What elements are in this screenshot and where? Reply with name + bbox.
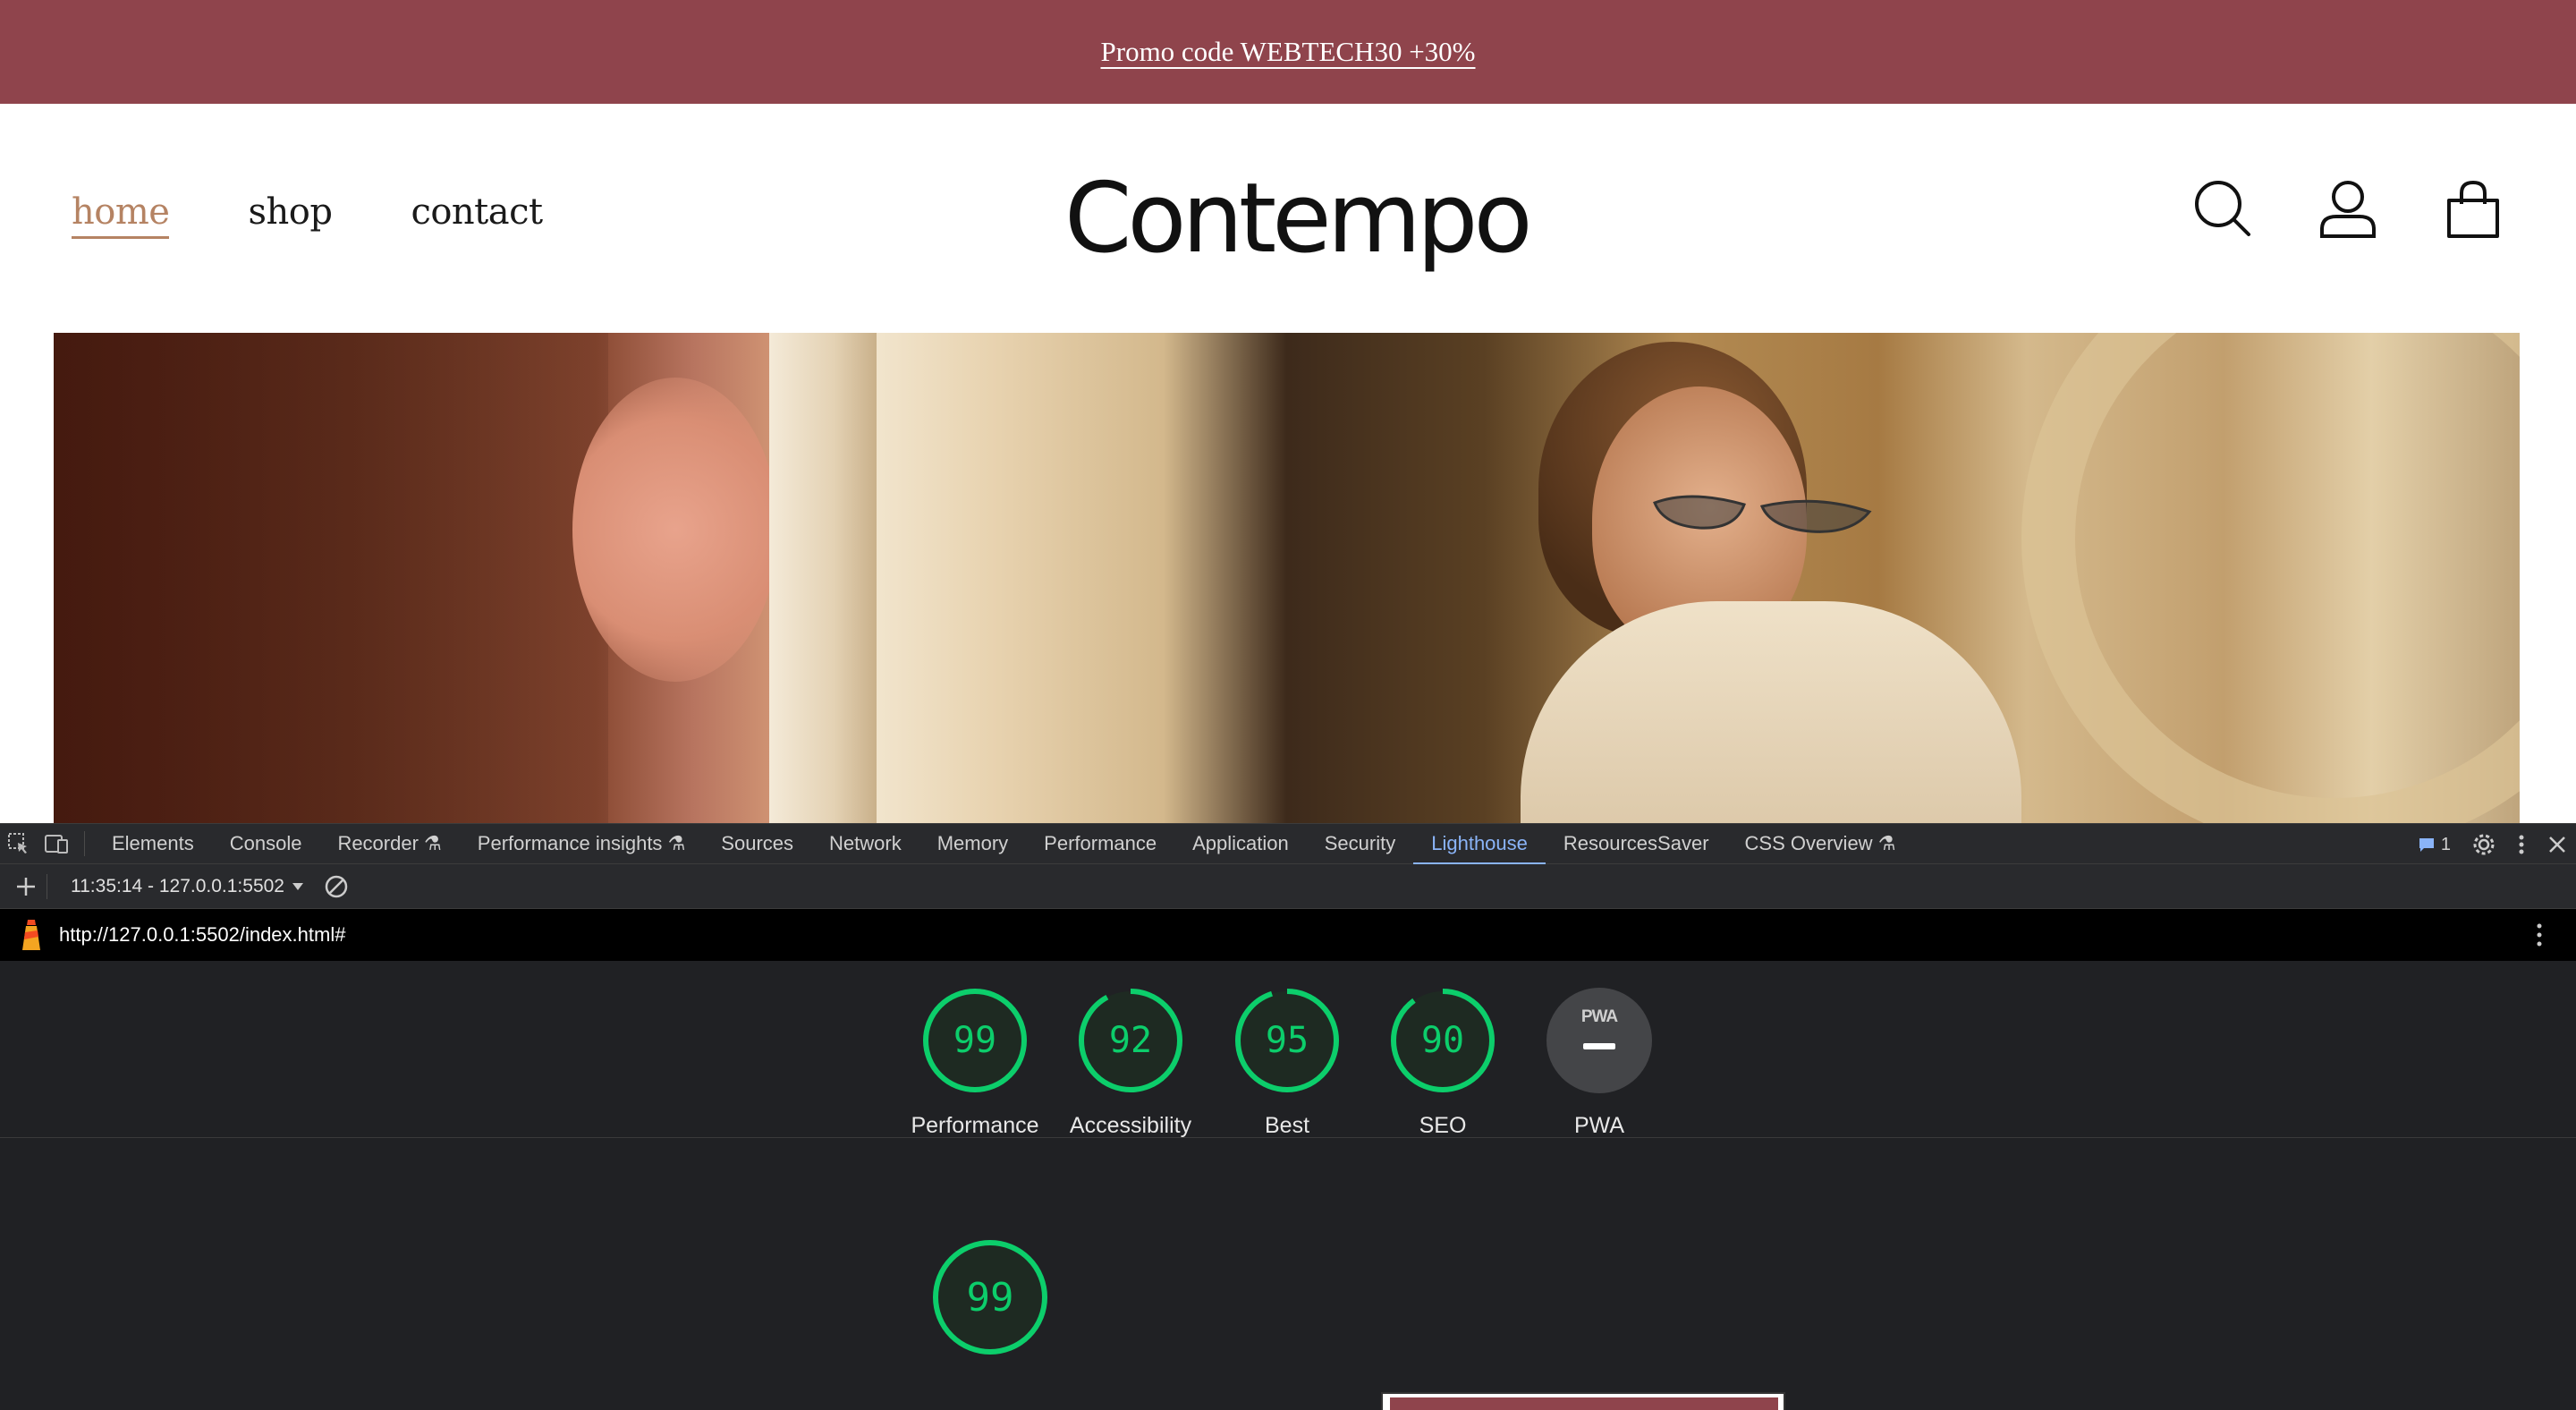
more-options-icon[interactable]	[2517, 833, 2526, 856]
brand-logo[interactable]: Contempo	[1064, 163, 1533, 275]
lighthouse-toolbar: 11:35:14 - 127.0.0.1:5502	[0, 864, 2576, 909]
shopping-bag-icon[interactable]	[2442, 177, 2504, 240]
page-screenshot-thumbnail	[1381, 1392, 1785, 1410]
nav-contact-link[interactable]: contact	[411, 191, 543, 239]
report-url[interactable]: http://127.0.0.1:5502/index.html#	[59, 923, 345, 947]
thumbnail-promo-bar	[1390, 1397, 1778, 1410]
tab-resourcessaver[interactable]: ResourcesSaver	[1546, 823, 1727, 864]
toolbar-separator	[84, 831, 85, 856]
pwa-badge-text: PWA	[1580, 1007, 1618, 1026]
tab-network[interactable]: Network	[811, 823, 919, 864]
issues-counter[interactable]: 1	[2418, 835, 2451, 855]
hero-model-glasses	[1653, 495, 1872, 533]
score-gauge-performance[interactable]: 99 Performance	[903, 988, 1046, 1142]
score-value: 90	[1420, 1020, 1465, 1061]
devtools-right-controls: 1	[2418, 824, 2567, 865]
hero-shadow	[54, 333, 608, 823]
settings-gear-icon[interactable]	[2472, 833, 2496, 856]
nav-shop-link[interactable]: shop	[248, 191, 332, 239]
score-value: 99	[953, 1020, 997, 1061]
device-toggle-icon[interactable]	[38, 823, 75, 864]
tab-performance[interactable]: Performance	[1026, 823, 1174, 864]
inspect-element-icon[interactable]	[0, 823, 38, 864]
tab-memory[interactable]: Memory	[919, 823, 1026, 864]
main-nav: home shop contact	[72, 191, 543, 239]
score-ring: 95	[1234, 988, 1340, 1093]
nav-home-link[interactable]: home	[72, 191, 170, 239]
performance-section: 99	[0, 1139, 2576, 1410]
tab-sources[interactable]: Sources	[703, 823, 811, 864]
experiment-flask-icon: ⚗	[1877, 832, 1896, 854]
hero-image	[54, 333, 2520, 823]
score-label: Accessibility	[1069, 1113, 1192, 1138]
devtools-panel: Elements Console Recorder ⚗ Performance …	[0, 823, 2576, 1410]
score-ring: 99	[922, 988, 1028, 1093]
tab-recorder-label: Recorder	[337, 832, 419, 854]
close-icon[interactable]	[2547, 835, 2567, 854]
tab-security[interactable]: Security	[1307, 823, 1413, 864]
performance-summary-gauge[interactable]: 99	[932, 1239, 1048, 1355]
report-selector[interactable]: 11:35:14 - 127.0.0.1:5502	[71, 876, 304, 897]
score-ring: 90	[1390, 988, 1496, 1093]
user-icon[interactable]	[2317, 177, 2379, 240]
promo-link[interactable]: Promo code WEBTECH30 +30%	[1101, 36, 1476, 68]
issues-count: 1	[2440, 834, 2451, 854]
hero-model-coat	[1521, 601, 2021, 823]
pwa-dash	[1583, 1043, 1615, 1049]
tab-console[interactable]: Console	[212, 823, 320, 864]
tab-lighthouse[interactable]: Lighthouse	[1413, 823, 1546, 865]
score-label: SEO	[1419, 1113, 1467, 1138]
score-gauge-pwa[interactable]: PWA PWA	[1528, 988, 1671, 1142]
report-menu-icon[interactable]	[2535, 922, 2544, 948]
report-url-bar: http://127.0.0.1:5502/index.html#	[0, 909, 2576, 961]
score-value: 92	[1108, 1020, 1153, 1061]
promo-banner: Promo code WEBTECH30 +30%	[0, 0, 2576, 104]
summary-score-value: 99	[966, 1274, 1014, 1321]
score-gauges: 99 Performance 92 Accessibility 95 Best …	[0, 961, 2576, 1170]
chevron-down-icon	[292, 882, 303, 890]
tab-performance-insights[interactable]: Performance insights ⚗	[460, 823, 704, 864]
hero-arch	[2021, 333, 2520, 823]
hero-pillar	[769, 333, 877, 823]
tab-application[interactable]: Application	[1174, 823, 1307, 864]
score-label: PWA	[1573, 1113, 1625, 1138]
tab-recorder[interactable]: Recorder ⚗	[319, 823, 459, 864]
hero-light-spot	[572, 378, 778, 682]
tab-elements[interactable]: Elements	[94, 823, 212, 864]
score-ring: 92	[1078, 988, 1183, 1093]
header-icons	[2191, 177, 2504, 240]
issues-icon	[2419, 838, 2434, 852]
score-gauge-accessibility[interactable]: 92 Accessibility	[1059, 988, 1202, 1142]
tab-performance-insights-label: Performance insights	[477, 832, 663, 854]
tab-css-overview[interactable]: CSS Overview ⚗	[1727, 823, 1914, 864]
devtools-tab-bar: Elements Console Recorder ⚗ Performance …	[0, 823, 2576, 865]
score-label: Performance	[911, 1113, 1039, 1138]
pwa-badge-icon: PWA	[1546, 988, 1652, 1093]
clear-icon[interactable]	[324, 874, 349, 899]
tab-css-overview-label: CSS Overview	[1744, 832, 1873, 854]
experiment-flask-icon: ⚗	[424, 832, 442, 854]
score-gauge-seo[interactable]: 90 SEO	[1371, 988, 1514, 1142]
add-icon[interactable]	[14, 875, 38, 898]
score-value: 95	[1265, 1020, 1309, 1061]
report-selector-value: 11:35:14 - 127.0.0.1:5502	[71, 875, 284, 896]
search-icon[interactable]	[2191, 177, 2254, 240]
experiment-flask-icon: ⚗	[667, 832, 686, 854]
site-header: home shop contact Contempo	[0, 104, 2576, 333]
lighthouse-logo-icon	[22, 920, 40, 950]
